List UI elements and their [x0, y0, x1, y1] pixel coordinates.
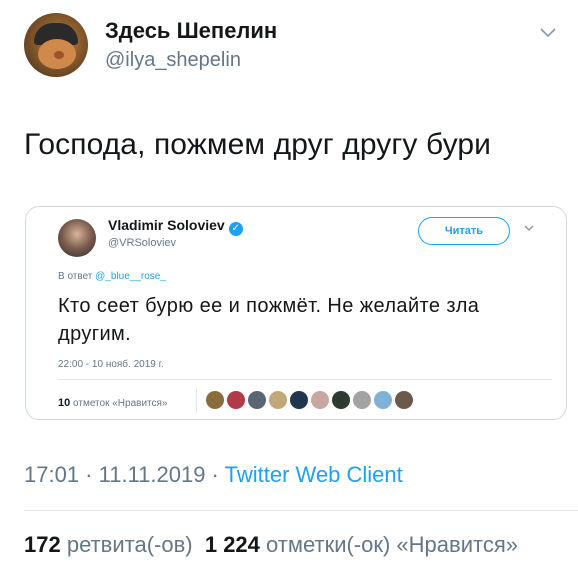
tweet-meta: 17:01 · 11.11.2019 · Twitter Web Client — [24, 462, 403, 488]
liker-avatar[interactable] — [395, 391, 413, 409]
tweet-text: Господа, пожмем друг другу бури — [24, 128, 491, 161]
tweet-stats: 172 ретвита(-ов) 1 224 отметки(-ок) «Нра… — [24, 532, 518, 558]
quoted-avatar[interactable] — [58, 219, 96, 257]
liker-avatar[interactable] — [332, 391, 350, 409]
client-link[interactable]: Twitter Web Client — [225, 462, 403, 487]
divider — [58, 379, 552, 380]
divider — [24, 510, 578, 511]
liker-avatar[interactable] — [248, 391, 266, 409]
chevron-down-icon[interactable] — [523, 222, 535, 234]
avatar-nose-shape — [54, 51, 64, 59]
verified-icon: ✓ — [228, 222, 243, 236]
liker-avatar[interactable] — [227, 391, 245, 409]
reply-prefix: В ответ — [58, 271, 93, 282]
quoted-likes-count: 10 — [58, 397, 71, 409]
tweet-time[interactable]: 17:01 · 11.11.2019 · — [24, 462, 225, 487]
likes-stat[interactable]: 1 224 отметки(-ок) «Нравится» — [205, 532, 518, 557]
liker-avatar[interactable] — [269, 391, 287, 409]
retweets-count: 172 — [24, 532, 61, 557]
quoted-author-name[interactable]: Vladimir Soloviev — [108, 217, 225, 233]
liker-avatar[interactable] — [290, 391, 308, 409]
author-handle[interactable]: @ilya_shepelin — [105, 49, 241, 72]
reply-to-link[interactable]: @_blue__rose_ — [95, 271, 166, 282]
reply-context: В ответ @_blue__rose_ — [58, 271, 166, 282]
liker-avatars — [206, 391, 413, 409]
quoted-author-handle[interactable]: @VRSoloviev — [108, 237, 176, 249]
retweets-stat[interactable]: 172 ретвита(-ов) — [24, 532, 193, 557]
author-name[interactable]: Здесь Шепелин — [105, 18, 277, 44]
divider — [196, 389, 197, 413]
quoted-timestamp[interactable]: 22:00 - 10 нояб. 2019 г. — [58, 359, 164, 370]
quoted-likes[interactable]: 10 отметок «Нравится» — [58, 397, 168, 409]
liker-avatar[interactable] — [206, 391, 224, 409]
follow-button[interactable]: Читать — [418, 217, 510, 245]
author-avatar[interactable] — [24, 13, 88, 77]
likes-count: 1 224 — [204, 532, 260, 557]
liker-avatar[interactable] — [374, 391, 392, 409]
chevron-down-icon[interactable] — [538, 22, 558, 42]
quoted-likes-label: отметок «Нравится» — [73, 398, 168, 409]
liker-avatar[interactable] — [353, 391, 371, 409]
retweets-label: ретвита(-ов) — [66, 532, 193, 557]
quoted-tweet-card[interactable]: Vladimir Soloviev ✓ @VRSoloviev Читать В … — [25, 206, 567, 420]
quoted-tweet-text: Кто сеет бурю ее и пожмёт. Не желайте зл… — [58, 295, 480, 345]
liker-avatar[interactable] — [311, 391, 329, 409]
likes-label: отметки(-ок) «Нравится» — [266, 532, 518, 557]
quoted-author-line[interactable]: Vladimir Soloviev ✓ — [108, 217, 243, 236]
